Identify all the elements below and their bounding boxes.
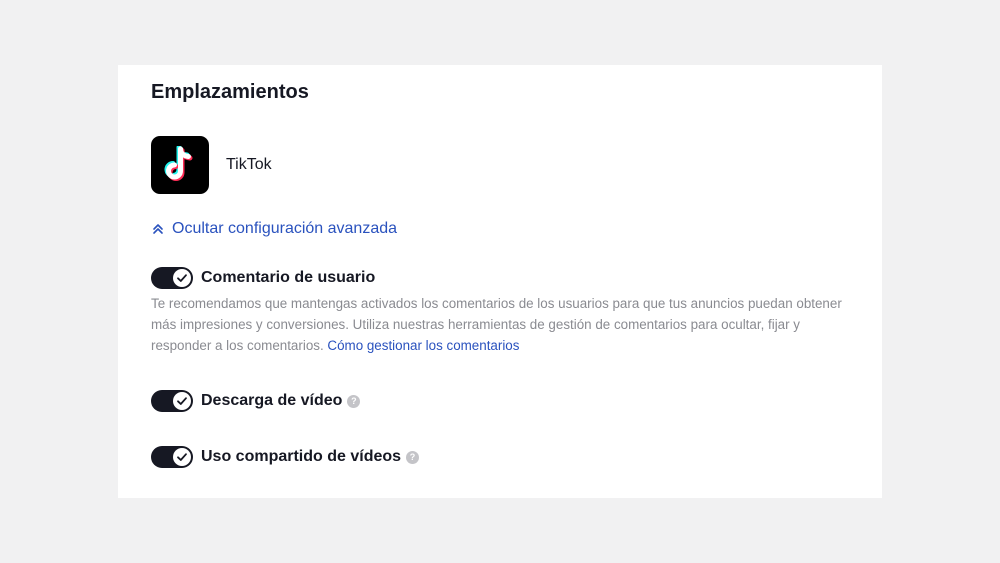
placements-card: Emplazamientos TikTok Ocultar configurac…: [118, 65, 882, 498]
hide-advanced-settings-label: Ocultar configuración avanzada: [172, 220, 398, 237]
video-sharing-label: Uso compartido de vídeos: [201, 448, 402, 465]
check-icon: [177, 274, 187, 282]
tiktok-logo-icon: [151, 136, 209, 194]
double-chevron-up-icon: [151, 222, 165, 236]
user-comment-toggle[interactable]: [151, 267, 193, 289]
manage-comments-link[interactable]: Cómo gestionar los comentarios: [327, 338, 519, 353]
user-comment-setting: Comentario de usuario: [151, 267, 375, 289]
help-icon[interactable]: ?: [406, 450, 420, 464]
video-sharing-setting: Uso compartido de vídeos ?: [151, 446, 420, 468]
video-sharing-toggle[interactable]: [151, 446, 193, 468]
toggle-knob: [173, 269, 191, 287]
video-download-setting: Descarga de vídeo ?: [151, 390, 361, 412]
user-comment-label: Comentario de usuario: [201, 269, 376, 286]
section-title: Emplazamientos: [151, 81, 309, 103]
hide-advanced-settings-link[interactable]: Ocultar configuración avanzada: [151, 220, 397, 238]
toggle-knob: [173, 392, 191, 410]
toggle-knob: [173, 448, 191, 466]
video-download-label: Descarga de vídeo: [201, 392, 343, 409]
placement-tiktok: TikTok: [151, 136, 272, 194]
user-comment-description: Te recomendamos que mantengas activados …: [151, 293, 851, 356]
check-icon: [177, 453, 187, 461]
help-icon[interactable]: ?: [347, 394, 361, 408]
check-icon: [177, 397, 187, 405]
placement-name: TikTok: [226, 156, 272, 173]
video-download-toggle[interactable]: [151, 390, 193, 412]
